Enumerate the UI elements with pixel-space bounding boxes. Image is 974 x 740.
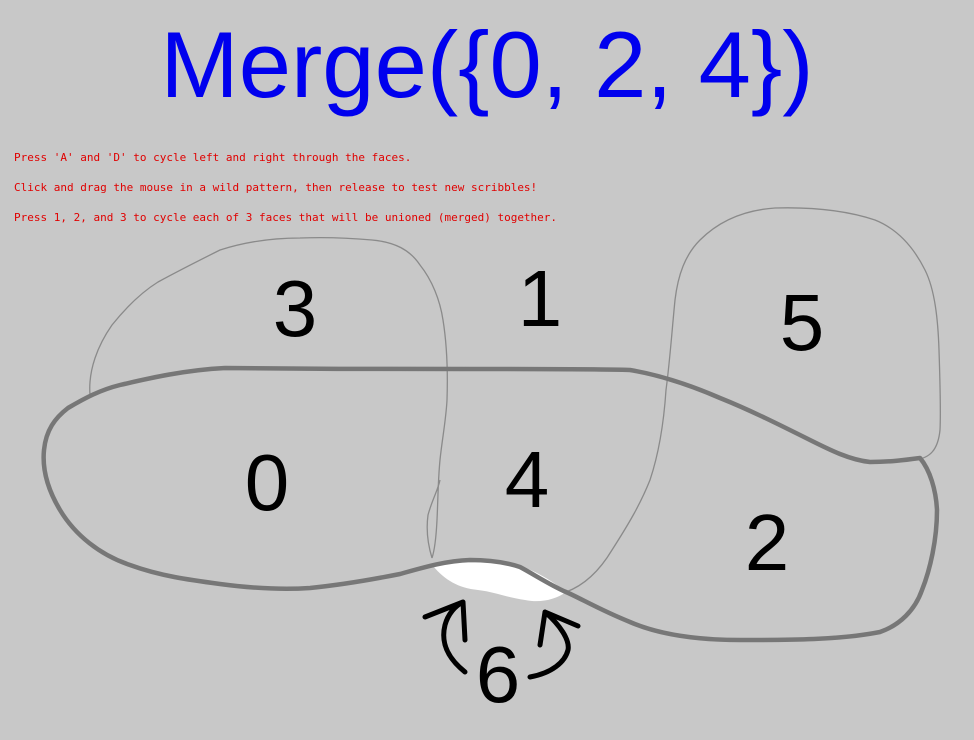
face-label-3: 3 [273, 264, 318, 353]
face-label-5: 5 [780, 278, 825, 367]
face-label-0: 0 [245, 438, 290, 527]
face-label-1: 1 [518, 254, 563, 343]
merged-region-outline [41, 365, 940, 643]
arrow-right-icon [527, 609, 581, 680]
arrow-left-icon [422, 599, 468, 675]
face-label-2: 2 [745, 498, 790, 587]
face-label-6: 6 [476, 630, 521, 719]
scribble-right-outline [426, 207, 942, 593]
scribble-canvas[interactable]: 3 1 5 0 4 2 6 [0, 0, 974, 740]
face-label-4: 4 [505, 435, 550, 524]
